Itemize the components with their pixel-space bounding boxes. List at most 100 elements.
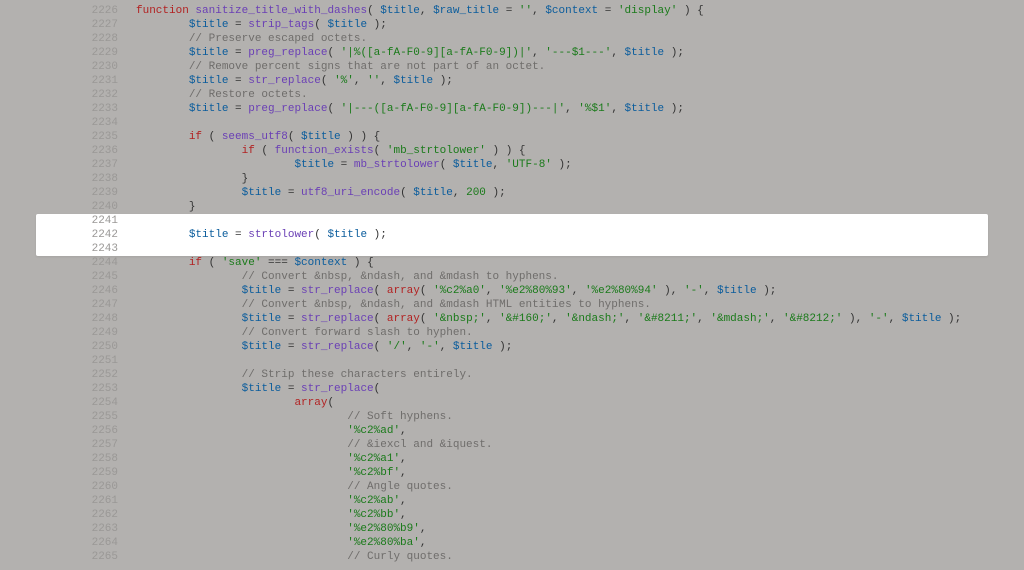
line-content[interactable]: $title = str_replace( array( '%c2%a0', '…	[136, 284, 1024, 298]
line-content[interactable]: // Convert forward slash to hyphen.	[136, 326, 1024, 340]
token-kw: array	[387, 313, 420, 325]
line-content[interactable]: '%c2%bb',	[136, 508, 1024, 522]
code-line[interactable]: 2252 // Strip these characters entirely.	[0, 368, 1024, 382]
code-line[interactable]: 2259 '%c2%bf',	[0, 466, 1024, 480]
code-line[interactable]: 2241	[0, 214, 1024, 228]
line-content[interactable]	[136, 242, 1024, 256]
code-line[interactable]: 2255 // Soft hyphens.	[0, 410, 1024, 424]
line-content[interactable]: array(	[136, 396, 1024, 410]
code-line[interactable]: 2236 if ( function_exists( 'mb_strtolowe…	[0, 144, 1024, 158]
line-content[interactable]: // Angle quotes.	[136, 480, 1024, 494]
line-number: 2253	[0, 382, 136, 396]
code-line[interactable]: 2261 '%c2%ab',	[0, 494, 1024, 508]
code-line[interactable]: 2260 // Angle quotes.	[0, 480, 1024, 494]
token-str: 'mb_strtolower'	[387, 145, 486, 157]
token-str: '-'	[420, 341, 440, 353]
code-line[interactable]: 2258 '%c2%a1',	[0, 452, 1024, 466]
token-var: $context	[294, 257, 347, 269]
token-fn: utf8_uri_encode	[301, 187, 400, 199]
line-content[interactable]: $title = strtolower( $title );	[136, 228, 1024, 242]
code-line[interactable]: 2235 if ( seems_utf8( $title ) ) {	[0, 130, 1024, 144]
token-str: '&#8211;'	[638, 313, 697, 325]
code-line[interactable]: 2256 '%c2%ad',	[0, 424, 1024, 438]
line-content[interactable]: // Restore octets.	[136, 88, 1024, 102]
code-line[interactable]: 2231 $title = str_replace( '%', '', $tit…	[0, 74, 1024, 88]
token-pn: );	[757, 285, 777, 297]
line-content[interactable]: }	[136, 200, 1024, 214]
line-content[interactable]: $title = str_replace( array( '&nbsp;', '…	[136, 312, 1024, 326]
line-content[interactable]: '%c2%a1',	[136, 452, 1024, 466]
code-line[interactable]: 2257 // &iexcl and &iquest.	[0, 438, 1024, 452]
line-content[interactable]: $title = str_replace( '%', '', $title );	[136, 74, 1024, 88]
line-content[interactable]	[136, 354, 1024, 368]
code-block[interactable]: 2226function sanitize_title_with_dashes(…	[0, 4, 1024, 564]
code-line[interactable]: 2246 $title = str_replace( array( '%c2%a…	[0, 284, 1024, 298]
line-content[interactable]: '%c2%ab',	[136, 494, 1024, 508]
token-pn: ,	[611, 103, 624, 115]
code-line[interactable]: 2234	[0, 116, 1024, 130]
line-content[interactable]: $title = str_replace( '/', '-', $title )…	[136, 340, 1024, 354]
line-content[interactable]	[136, 214, 1024, 228]
line-content[interactable]: if ( function_exists( 'mb_strtolower' ) …	[136, 144, 1024, 158]
line-content[interactable]: $title = preg_replace( '|%([a-fA-F0-9][a…	[136, 46, 1024, 60]
code-line[interactable]: 2242 $title = strtolower( $title );	[0, 228, 1024, 242]
line-content[interactable]: '%e2%80%ba',	[136, 536, 1024, 550]
token-fn: sanitize_title_with_dashes	[195, 5, 367, 17]
line-content[interactable]: '%e2%80%b9',	[136, 522, 1024, 536]
line-content[interactable]: // Strip these characters entirely.	[136, 368, 1024, 382]
line-content[interactable]: '%c2%ad',	[136, 424, 1024, 438]
token-var: $title	[242, 341, 282, 353]
line-content[interactable]: $title = str_replace(	[136, 382, 1024, 396]
line-content[interactable]: // Remove percent signs that are not par…	[136, 60, 1024, 74]
line-content[interactable]: $title = mb_strtolower( $title, 'UTF-8' …	[136, 158, 1024, 172]
line-number: 2254	[0, 396, 136, 410]
code-line[interactable]: 2262 '%c2%bb',	[0, 508, 1024, 522]
line-content[interactable]: // Convert &nbsp, &ndash, and &mdash HTM…	[136, 298, 1024, 312]
code-line[interactable]: 2244 if ( 'save' === $context ) {	[0, 256, 1024, 270]
code-line[interactable]: 2247 // Convert &nbsp, &ndash, and &mdas…	[0, 298, 1024, 312]
code-line[interactable]: 2232 // Restore octets.	[0, 88, 1024, 102]
line-content[interactable]: $title = preg_replace( '|---([a-fA-F0-9]…	[136, 102, 1024, 116]
token-fn: seems_utf8	[222, 131, 288, 143]
code-line[interactable]: 2230 // Remove percent signs that are no…	[0, 60, 1024, 74]
code-line[interactable]: 2226function sanitize_title_with_dashes(…	[0, 4, 1024, 18]
code-line[interactable]: 2238 }	[0, 172, 1024, 186]
code-line[interactable]: 2237 $title = mb_strtolower( $title, 'UT…	[0, 158, 1024, 172]
token-str: '&#160;'	[499, 313, 552, 325]
line-content[interactable]: if ( seems_utf8( $title ) ) {	[136, 130, 1024, 144]
line-content[interactable]: if ( 'save' === $context ) {	[136, 256, 1024, 270]
code-line[interactable]: 2229 $title = preg_replace( '|%([a-fA-F0…	[0, 46, 1024, 60]
line-content[interactable]: $title = strip_tags( $title );	[136, 18, 1024, 32]
line-content[interactable]	[136, 116, 1024, 130]
token-pn: =	[281, 341, 301, 353]
code-line[interactable]: 2254 array(	[0, 396, 1024, 410]
line-content[interactable]: // Convert &nbsp, &ndash, and &mdash to …	[136, 270, 1024, 284]
line-content[interactable]: }	[136, 172, 1024, 186]
code-line[interactable]: 2239 $title = utf8_uri_encode( $title, 2…	[0, 186, 1024, 200]
code-line[interactable]: 2265 // Curly quotes.	[0, 550, 1024, 564]
line-content[interactable]: // Soft hyphens.	[136, 410, 1024, 424]
code-line[interactable]: 2233 $title = preg_replace( '|---([a-fA-…	[0, 102, 1024, 116]
token-str: '%c2%ab'	[347, 495, 400, 507]
line-content[interactable]: '%c2%bf',	[136, 466, 1024, 480]
line-content[interactable]: $title = utf8_uri_encode( $title, 200 );	[136, 186, 1024, 200]
code-line[interactable]: 2249 // Convert forward slash to hyphen.	[0, 326, 1024, 340]
code-line[interactable]: 2264 '%e2%80%ba',	[0, 536, 1024, 550]
line-content[interactable]: // Preserve escaped octets.	[136, 32, 1024, 46]
line-content[interactable]: // &iexcl and &iquest.	[136, 438, 1024, 452]
line-content[interactable]: function sanitize_title_with_dashes( $ti…	[136, 4, 1024, 18]
code-line[interactable]: 2251	[0, 354, 1024, 368]
code-line[interactable]: 2250 $title = str_replace( '/', '-', $ti…	[0, 340, 1024, 354]
code-line[interactable]: 2253 $title = str_replace(	[0, 382, 1024, 396]
code-line[interactable]: 2263 '%e2%80%b9',	[0, 522, 1024, 536]
code-line[interactable]: 2243	[0, 242, 1024, 256]
token-var: $title	[242, 285, 282, 297]
code-line[interactable]: 2248 $title = str_replace( array( '&nbsp…	[0, 312, 1024, 326]
token-kw: if	[242, 145, 255, 157]
code-line[interactable]: 2228 // Preserve escaped octets.	[0, 32, 1024, 46]
code-line[interactable]: 2245 // Convert &nbsp, &ndash, and &mdas…	[0, 270, 1024, 284]
line-number: 2226	[0, 4, 136, 18]
code-line[interactable]: 2240 }	[0, 200, 1024, 214]
line-content[interactable]: // Curly quotes.	[136, 550, 1024, 564]
code-line[interactable]: 2227 $title = strip_tags( $title );	[0, 18, 1024, 32]
